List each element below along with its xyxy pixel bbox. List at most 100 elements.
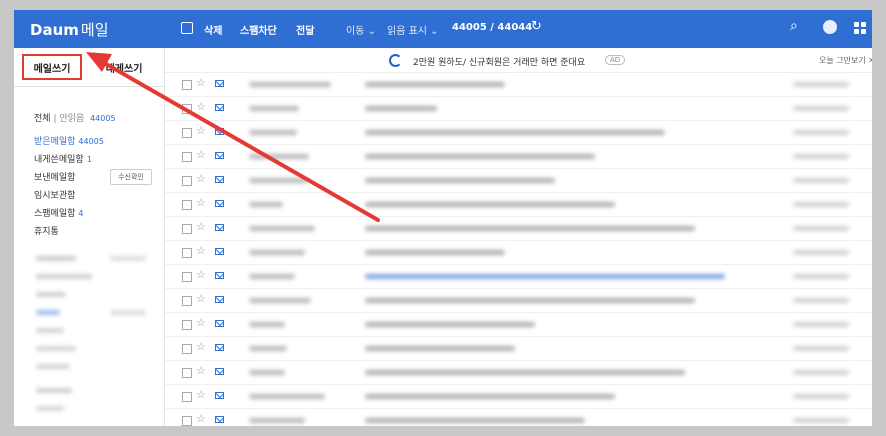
mail-row[interactable]: ☆ xyxy=(165,145,872,169)
row-checkbox[interactable] xyxy=(182,80,192,90)
blurred-sidebar-item xyxy=(36,274,92,279)
sidebar-item-trash[interactable]: 휴지통 xyxy=(34,224,59,237)
blurred-subject xyxy=(365,82,505,87)
sidebar-item-to-me[interactable]: 내게쓴메일함 1 xyxy=(34,152,92,165)
mail-row[interactable]: ☆ xyxy=(165,265,872,289)
blurred-subject xyxy=(365,202,615,207)
row-checkbox[interactable] xyxy=(182,128,192,138)
envelope-icon[interactable] xyxy=(215,176,224,183)
blurred-date xyxy=(793,370,849,375)
avatar[interactable] xyxy=(823,20,837,34)
write-to-me-button[interactable]: 내게쓰기 xyxy=(94,54,154,80)
row-checkbox[interactable] xyxy=(182,224,192,234)
row-checkbox[interactable] xyxy=(182,320,192,330)
mail-row[interactable]: ☆ xyxy=(165,337,872,361)
row-checkbox[interactable] xyxy=(182,272,192,282)
spam-block-button[interactable]: 스팸차단 xyxy=(240,22,277,37)
mail-row[interactable]: ☆ xyxy=(165,73,872,97)
mail-row[interactable]: ☆ xyxy=(165,193,872,217)
compose-button[interactable]: 메일쓰기 xyxy=(22,54,82,80)
move-dropdown[interactable]: 이동 ⌄ xyxy=(346,22,376,37)
ad-banner[interactable]: 2만원 원하도/ 신규회원은 거래만 하면 준대요 AD 오늘 그만보기 ✕ xyxy=(165,48,872,73)
row-checkbox[interactable] xyxy=(182,152,192,162)
blurred-date xyxy=(793,250,849,255)
envelope-icon[interactable] xyxy=(215,344,224,351)
row-checkbox[interactable] xyxy=(182,416,192,426)
row-checkbox[interactable] xyxy=(182,104,192,114)
summary-all[interactable]: 전체 xyxy=(34,114,51,124)
star-icon[interactable]: ☆ xyxy=(196,100,206,113)
envelope-icon[interactable] xyxy=(215,416,224,423)
sidebar-item-sent[interactable]: 보낸메일함 xyxy=(34,170,75,183)
spam-count: 4 xyxy=(78,209,84,218)
star-icon[interactable]: ☆ xyxy=(196,316,206,329)
row-checkbox[interactable] xyxy=(182,392,192,402)
blurred-sender xyxy=(249,178,309,183)
sidebar-item-drafts[interactable]: 임시보관함 xyxy=(34,188,75,201)
mail-row[interactable]: ☆ xyxy=(165,169,872,193)
envelope-icon[interactable] xyxy=(215,248,224,255)
mail-row[interactable]: ☆ xyxy=(165,361,872,385)
star-icon[interactable]: ☆ xyxy=(196,124,206,137)
row-checkbox[interactable] xyxy=(182,296,192,306)
envelope-icon[interactable] xyxy=(215,104,224,111)
star-icon[interactable]: ☆ xyxy=(196,76,206,89)
mail-row[interactable]: ☆ xyxy=(165,217,872,241)
sidebar-item-spam[interactable]: 스팸메일함 4 xyxy=(34,206,84,219)
summary-unread-count: 44005 xyxy=(90,114,116,123)
star-icon[interactable]: ☆ xyxy=(196,196,206,209)
envelope-icon[interactable] xyxy=(215,152,224,159)
star-icon[interactable]: ☆ xyxy=(196,364,206,377)
mail-row[interactable]: ☆ xyxy=(165,385,872,409)
envelope-icon[interactable] xyxy=(215,200,224,207)
blurred-sender xyxy=(249,322,285,327)
mail-row[interactable]: ☆ xyxy=(165,409,872,426)
star-icon[interactable]: ☆ xyxy=(196,268,206,281)
star-icon[interactable]: ☆ xyxy=(196,340,206,353)
mail-row[interactable]: ☆ xyxy=(165,289,872,313)
star-icon[interactable]: ☆ xyxy=(196,412,206,425)
ad-text[interactable]: 2만원 원하도/ 신규회원은 거래만 하면 준대요 xyxy=(413,55,585,68)
row-checkbox[interactable] xyxy=(182,368,192,378)
sidebar-item-inbox[interactable]: 받은메일함 44005 xyxy=(34,134,104,147)
search-icon[interactable]: ⌕ xyxy=(790,18,798,34)
star-icon[interactable]: ☆ xyxy=(196,388,206,401)
ad-badge: AD xyxy=(605,55,626,65)
daum-logo[interactable]: Daum 메일 xyxy=(30,19,109,40)
star-icon[interactable]: ☆ xyxy=(196,292,206,305)
delete-button[interactable]: 삭제 xyxy=(204,22,222,37)
row-checkbox[interactable] xyxy=(182,176,192,186)
envelope-icon[interactable] xyxy=(215,224,224,231)
select-all-checkbox[interactable] xyxy=(181,22,193,34)
star-icon[interactable]: ☆ xyxy=(196,220,206,233)
read-mark-dropdown[interactable]: 읽음 표시 ⌄ xyxy=(387,22,439,37)
blurred-date xyxy=(793,394,849,399)
refresh-icon[interactable]: ↻ xyxy=(531,19,542,34)
ad-close-button[interactable]: 오늘 그만보기 ✕ xyxy=(819,55,872,66)
forward-button[interactable]: 전달 xyxy=(296,22,314,37)
summary-unread[interactable]: 안읽음 xyxy=(59,114,84,124)
envelope-icon[interactable] xyxy=(215,320,224,327)
blurred-sender xyxy=(249,250,305,255)
apps-grid-icon[interactable] xyxy=(854,22,866,34)
envelope-icon[interactable] xyxy=(215,392,224,399)
blurred-sidebar-item xyxy=(36,346,76,351)
logo-subtext: 메일 xyxy=(80,21,109,39)
row-checkbox[interactable] xyxy=(182,200,192,210)
star-icon[interactable]: ☆ xyxy=(196,148,206,161)
star-icon[interactable]: ☆ xyxy=(196,244,206,257)
envelope-icon[interactable] xyxy=(215,296,224,303)
row-checkbox[interactable] xyxy=(182,344,192,354)
envelope-icon[interactable] xyxy=(215,368,224,375)
mail-row[interactable]: ☆ xyxy=(165,313,872,337)
mail-row[interactable]: ☆ xyxy=(165,121,872,145)
star-icon[interactable]: ☆ xyxy=(196,172,206,185)
envelope-icon[interactable] xyxy=(215,128,224,135)
mail-row[interactable]: ☆ xyxy=(165,97,872,121)
read-confirm-button[interactable]: 수신확인 xyxy=(110,169,152,185)
blurred-date xyxy=(793,178,849,183)
envelope-icon[interactable] xyxy=(215,80,224,87)
row-checkbox[interactable] xyxy=(182,248,192,258)
mail-row[interactable]: ☆ xyxy=(165,241,872,265)
envelope-icon[interactable] xyxy=(215,272,224,279)
